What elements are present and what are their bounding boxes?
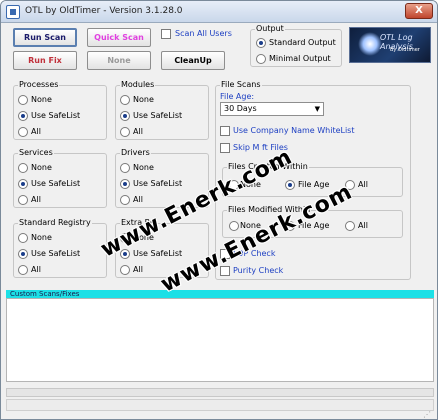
app-icon [6,5,20,19]
modules-none-label: None [133,95,154,104]
services-none-radio[interactable] [18,163,28,173]
quick-scan-button[interactable]: Quick Scan [87,28,151,47]
standard-registry-none-radio[interactable] [18,233,28,243]
minimal-output-label: Minimal Output [269,54,331,63]
none-button[interactable]: None [87,51,151,70]
modules-all-radio[interactable] [120,127,130,137]
drivers-safelist-label: Use SafeList [133,179,183,188]
services-all-label: All [31,195,41,204]
standard-output-radio[interactable] [256,38,266,48]
title-bar[interactable]: OTL by OldTimer - Version 3.1.28.0 X [1,1,437,23]
scan-all-users-checkbox[interactable] [161,29,171,39]
files-created-all-label: All [358,180,368,189]
logo-flare-icon [358,32,382,56]
output-title: Output [255,24,285,33]
output-group: Output Standard Output Minimal Output [250,24,342,67]
modules-none-radio[interactable] [120,95,130,105]
drivers-none-label: None [133,163,154,172]
modules-all-label: All [133,127,143,136]
standard-registry-none-label: None [31,233,52,242]
drivers-all-radio[interactable] [120,195,130,205]
file-age-select[interactable]: 30 Days ▼ [220,102,324,116]
services-none-label: None [31,163,52,172]
standard-registry-title: Standard Registry [18,218,92,227]
company-whitelist-checkbox[interactable] [220,126,230,136]
window-title: OTL by OldTimer - Version 3.1.28.0 [25,6,183,16]
logo-subtitle: By Oldtimer [390,47,420,53]
modules-safelist-radio[interactable] [120,111,130,121]
files-modified-all-radio[interactable] [345,221,355,231]
extra-registry-all-label: All [133,265,143,274]
company-whitelist-label: Use Company Name WhiteList [233,126,355,135]
custom-scans-label: Custom Scans/Fixes [10,290,80,298]
files-created-fileage-radio[interactable] [285,180,295,190]
services-title: Services [18,148,54,157]
extra-registry-all-radio[interactable] [120,265,130,275]
file-age-value: 30 Days [224,104,257,113]
services-safelist-label: Use SafeList [31,179,81,188]
run-fix-button[interactable]: Run Fix [13,51,77,70]
progress-bar [6,388,434,397]
services-group: Services None Use SafeList All [13,148,107,208]
extra-registry-safelist-label: Use SafeList [133,249,183,258]
files-modified-none-radio[interactable] [229,221,239,231]
scan-all-users-label: Scan All Users [175,29,232,38]
drivers-safelist-radio[interactable] [120,179,130,189]
processes-title: Processes [18,80,60,89]
standard-registry-all-radio[interactable] [18,265,28,275]
services-safelist-radio[interactable] [18,179,28,189]
resize-grip-icon[interactable]: ⋰ [423,410,431,419]
standard-registry-safelist-radio[interactable] [18,249,28,259]
standard-output-label: Standard Output [269,38,336,47]
file-scans-title: File Scans [220,80,262,89]
services-all-radio[interactable] [18,195,28,205]
processes-safelist-label: Use SafeList [31,111,81,120]
modules-group: Modules None Use SafeList All [115,80,209,140]
processes-safelist-radio[interactable] [18,111,28,121]
drivers-all-label: All [133,195,143,204]
processes-all-label: All [31,127,41,136]
files-modified-all-label: All [358,221,368,230]
run-scan-button[interactable]: Run Scan [13,28,77,47]
standard-registry-safelist-label: Use SafeList [31,249,81,258]
standard-registry-group: Standard Registry None Use SafeList All [13,218,107,278]
processes-group: Processes None Use SafeList All [13,80,107,140]
status-bar [6,399,434,411]
processes-all-radio[interactable] [18,127,28,137]
processes-none-radio[interactable] [18,95,28,105]
otl-window: OTL by OldTimer - Version 3.1.28.0 X Run… [0,0,438,420]
chevron-down-icon: ▼ [314,105,320,113]
modules-title: Modules [120,80,156,89]
close-button[interactable]: X [405,3,433,19]
otl-logo-image: OTL Log Analysis By Oldtimer [349,27,431,63]
drivers-none-radio[interactable] [120,163,130,173]
standard-registry-all-label: All [31,265,41,274]
minimal-output-radio[interactable] [256,54,266,64]
cleanup-button[interactable]: CleanUp [161,51,225,70]
files-created-fileage-label: File Age [298,180,330,189]
modules-safelist-label: Use SafeList [133,111,183,120]
custom-scans-textarea[interactable] [6,298,434,382]
processes-none-label: None [31,95,52,104]
drivers-title: Drivers [120,148,151,157]
file-age-label: File Age: [220,92,255,101]
purity-check-label: Purity Check [233,266,284,275]
skip-files-checkbox[interactable] [220,143,230,153]
